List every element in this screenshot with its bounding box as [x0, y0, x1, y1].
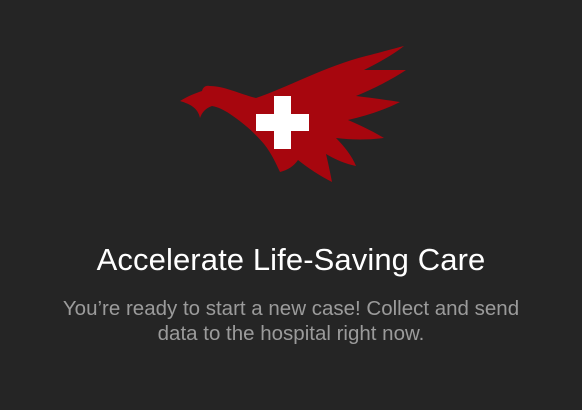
empty-state-title: Accelerate Life-Saving Care — [96, 242, 486, 277]
empty-state-message: You’re ready to start a new case! Collec… — [62, 297, 520, 345]
eagle-medical-cross-icon — [176, 44, 408, 186]
new-case-empty-state: Accelerate Life-Saving Care You’re ready… — [0, 0, 582, 410]
